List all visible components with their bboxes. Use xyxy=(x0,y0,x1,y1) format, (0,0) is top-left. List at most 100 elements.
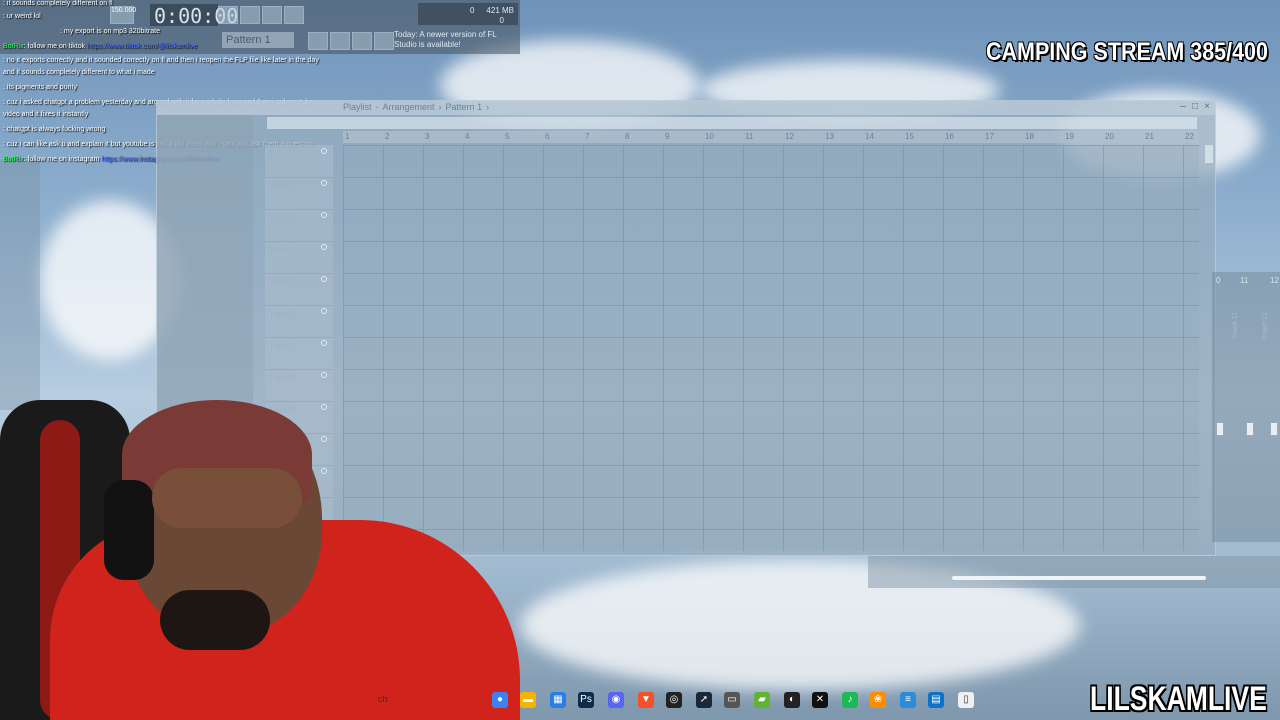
taskbar-search[interactable]: ch xyxy=(378,694,388,704)
brave-icon[interactable]: ▼ xyxy=(638,692,654,708)
track-header-row[interactable]: Track 5 xyxy=(265,273,333,306)
chat-message: : its pigments and purity xyxy=(3,84,77,91)
ruler-bar-number: 5 xyxy=(505,132,510,141)
ruler-bar-number: 12 xyxy=(785,132,794,141)
mixer-col-0: 0 xyxy=(1216,276,1221,285)
volume-fader[interactable] xyxy=(1216,422,1224,436)
track-header-row[interactable]: Track 7 xyxy=(265,337,333,370)
pattern-selector[interactable]: Pattern 1 xyxy=(222,32,294,48)
track-header-row[interactable]: Track 8 xyxy=(265,369,333,402)
track-name: Track 4 xyxy=(269,246,296,255)
folder-icon[interactable]: ▬ xyxy=(520,692,536,708)
folder-icon[interactable]: ▰ xyxy=(754,692,770,708)
track-mute-icon[interactable] xyxy=(321,244,327,250)
track-mute-icon[interactable] xyxy=(321,468,327,474)
ruler-bar-number: 10 xyxy=(705,132,714,141)
metronome-button[interactable] xyxy=(262,6,282,24)
browser-panel[interactable] xyxy=(0,160,40,410)
vertical-scrollbar[interactable] xyxy=(1205,145,1213,163)
polyphony-value: 0 xyxy=(499,16,504,25)
track-name: Track 6 xyxy=(269,310,296,319)
taskbar: ch ● ▬ ▦ Ps ◉ ▼ ◎ ➚ ▭ ▰ ◐ ✕ ♪ ❀ ≡ ▤ ▯ xyxy=(370,690,990,712)
chat-message: video and it fixes it instantly xyxy=(3,111,89,118)
memory-value: 421 MB xyxy=(486,6,514,15)
playlist-titlebar[interactable]: Playlist - Arrangement › Pattern 1 › – □ × xyxy=(157,101,1215,115)
fl-studio-icon[interactable]: ❀ xyxy=(870,692,886,708)
maximize-icon[interactable]: □ xyxy=(1189,101,1201,113)
stream-title: CAMPING STREAM 385/400 xyxy=(986,38,1268,66)
mixer-button[interactable] xyxy=(352,32,372,50)
file-icon[interactable]: ▯ xyxy=(958,692,974,708)
timeline-ruler[interactable]: 1 2 3 4 5 6 7 8 9 10 11 12 13 14 15 16 17 18 19 20 21 22 xyxy=(343,131,1199,143)
step-edit-button[interactable] xyxy=(240,6,260,24)
ruler-bar-number: 19 xyxy=(1065,132,1074,141)
track-mute-icon[interactable] xyxy=(321,340,327,346)
playlist-toolbar[interactable] xyxy=(267,117,1197,129)
track-mute-icon[interactable] xyxy=(321,436,327,442)
mixer-window[interactable]: 0 11 12 Insert 11 Insert 12 xyxy=(1212,272,1280,542)
volume-fader[interactable] xyxy=(1270,422,1278,436)
ruler-bar-number: 6 xyxy=(545,132,550,141)
volume-fader[interactable] xyxy=(1246,422,1254,436)
ruler-bar-number: 13 xyxy=(825,132,834,141)
ruler-bar-number: 20 xyxy=(1105,132,1114,141)
ruler-bar-number: 7 xyxy=(585,132,590,141)
minimize-icon[interactable]: – xyxy=(1177,101,1189,113)
track-mute-icon[interactable] xyxy=(321,212,327,218)
track-name: Track 5 xyxy=(269,278,296,287)
chat-message: : no it exports correctly and it sounded… xyxy=(3,57,319,64)
app-icon[interactable]: ▭ xyxy=(724,692,740,708)
chrome-icon[interactable]: ● xyxy=(492,692,508,708)
track-mute-icon[interactable] xyxy=(321,276,327,282)
chat-message: : my export is on mp3 320bitrate xyxy=(60,28,160,35)
track-mute-icon[interactable] xyxy=(321,308,327,314)
ruler-bar-number: 22 xyxy=(1185,132,1194,141)
chat-message: : ur weird lol xyxy=(3,13,41,20)
horizontal-scrollbar[interactable] xyxy=(952,576,1206,580)
track-name: Track 8 xyxy=(269,374,296,383)
close-icon[interactable]: × xyxy=(1201,101,1213,113)
track-name: Track 2 xyxy=(269,182,296,191)
tempo-display[interactable]: 150.000 xyxy=(110,6,136,24)
insert-12-label: Insert 12 xyxy=(1262,312,1269,340)
app-icon[interactable]: ✕ xyxy=(812,692,828,708)
track-header-row[interactable]: Track 3 xyxy=(265,209,333,242)
track-mute-icon[interactable] xyxy=(321,148,327,154)
spotify-icon[interactable]: ♪ xyxy=(842,692,858,708)
track-header-row[interactable]: Track 6 xyxy=(265,305,333,338)
track-mute-icon[interactable] xyxy=(321,404,327,410)
mixer-col-11: 11 xyxy=(1240,276,1249,285)
ruler-bar-number: 16 xyxy=(945,132,954,141)
ruler-bar-number: 3 xyxy=(425,132,430,141)
ruler-bar-number: 1 xyxy=(345,132,350,141)
obs-icon[interactable]: ◎ xyxy=(666,692,682,708)
track-header-row[interactable]: Track 4 xyxy=(265,241,333,274)
record-button[interactable] xyxy=(218,6,238,24)
streamer-beard xyxy=(160,590,270,650)
browser-button[interactable] xyxy=(374,32,394,50)
app-icon[interactable]: ◐ xyxy=(784,692,800,708)
cpu-value: 0 xyxy=(470,6,475,15)
song-time-display[interactable]: 0:00:00 xyxy=(150,4,238,28)
ruler-bar-number: 9 xyxy=(665,132,670,141)
discord-icon[interactable]: ◉ xyxy=(608,692,624,708)
channel-rack-button[interactable] xyxy=(330,32,350,50)
track-name: Track 3 xyxy=(269,214,296,223)
track-header-row[interactable]: Track 2 xyxy=(265,177,333,210)
snap-button[interactable] xyxy=(308,32,328,50)
steam-icon[interactable]: ➚ xyxy=(696,692,712,708)
photoshop-icon[interactable]: Ps xyxy=(578,692,594,708)
track-mute-icon[interactable] xyxy=(321,180,327,186)
app-icon[interactable]: ▤ xyxy=(928,692,944,708)
mixer-scroll-area xyxy=(868,556,1280,588)
chat-message: and it sounds completely different to wh… xyxy=(3,69,155,76)
wait-button[interactable] xyxy=(284,6,304,24)
track-header-row[interactable]: Track 1 xyxy=(265,145,333,178)
news-hint[interactable]: Today: A newer version of FL Studio is a… xyxy=(394,30,498,52)
playlist-grid[interactable] xyxy=(343,145,1199,551)
notepad-icon[interactable]: ≡ xyxy=(900,692,916,708)
track-mute-icon[interactable] xyxy=(321,372,327,378)
chat-message: : chatgpt is always fucking wrong xyxy=(3,126,106,133)
store-icon[interactable]: ▦ xyxy=(550,692,566,708)
pattern-item[interactable]: Pattern 1 xyxy=(161,155,193,164)
